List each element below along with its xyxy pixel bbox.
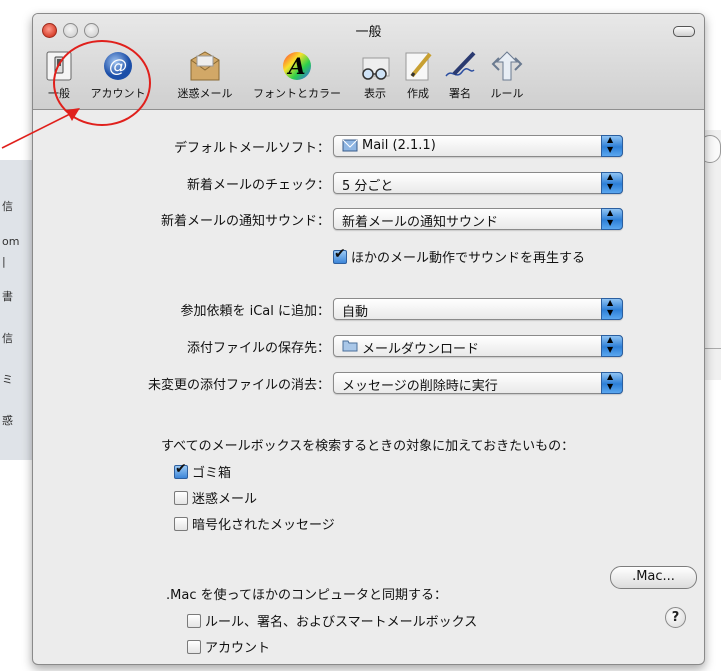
background-text: om <box>2 235 20 248</box>
remove-unedited-label: 未変更の添付ファイルの消去： <box>147 378 330 393</box>
composing-pencil-icon <box>400 50 436 82</box>
toolbar-item-junk-mail[interactable]: 迷惑メール <box>172 50 238 101</box>
remove-unedited-popup[interactable]: メッセージの削除時に実行 <box>333 372 623 394</box>
new-mail-sound-popup[interactable]: 新着メールの通知サウンド <box>333 208 623 230</box>
add-invitations-label: 参加依頼を iCal に追加： <box>180 304 330 319</box>
checkbox-label: ルール、署名、およびスマートメールボックス <box>205 615 478 630</box>
toolbar-item-signatures[interactable]: 署名 <box>440 50 480 101</box>
toolbar-label: フォントとカラー <box>253 87 341 100</box>
popup-arrows-icon <box>601 135 623 157</box>
toolbar-label: 表示 <box>364 87 386 100</box>
checkbox-unchecked-icon <box>187 639 201 654</box>
background-text: 信 <box>2 332 13 345</box>
check-mail-label: 新着メールのチェック： <box>186 178 330 193</box>
mail-app-icon <box>342 138 358 153</box>
popup-arrows-icon <box>601 172 623 194</box>
new-mail-sound-label: 新着メールの通知サウンド： <box>160 214 330 229</box>
checkbox-label: 迷惑メール <box>192 492 258 507</box>
sync-heading: .Mac を使ってほかのコンピュータと同期する： <box>166 588 447 603</box>
sync-rules-checkbox[interactable]: ルール、署名、およびスマートメールボックス <box>187 611 477 630</box>
background-text: 書 <box>2 290 13 303</box>
search-junk-checkbox[interactable]: 迷惑メール <box>174 488 257 507</box>
folder-icon <box>342 338 358 353</box>
annotation-arrow <box>1 108 80 149</box>
toolbar-item-rules[interactable]: ルール <box>483 50 531 101</box>
toolbar-label: 迷惑メール <box>177 87 233 100</box>
fonts-colors-icon: A <box>279 50 315 82</box>
popup-arrows-icon <box>601 372 623 394</box>
rules-arrows-icon <box>489 50 525 82</box>
background-text: 信 <box>2 200 13 213</box>
popup-arrows-icon <box>601 298 623 320</box>
viewing-glasses-icon <box>357 50 393 82</box>
checkbox-label: 暗号化されたメッセージ <box>192 518 335 533</box>
background-text: 惑 <box>2 414 13 427</box>
checkbox-unchecked-icon <box>187 613 201 628</box>
toolbar-item-composing[interactable]: 作成 <box>398 50 438 101</box>
help-button[interactable]: ? <box>665 607 686 628</box>
general-settings-pane: デフォルトメールソフト： Mail (2.1.1) 新着メールのチェック： 5 … <box>33 110 704 664</box>
toolbar-label: 作成 <box>407 87 429 100</box>
popup-value: Mail (2.1.1) <box>362 138 436 153</box>
search-trash-checkbox[interactable]: ゴミ箱 <box>174 461 232 481</box>
popup-value: メッセージの削除時に実行 <box>342 379 498 394</box>
junk-mail-icon <box>187 50 223 82</box>
mac-sync-button[interactable]: .Mac... <box>610 566 697 589</box>
signature-pen-icon <box>442 50 478 82</box>
play-sounds-checkbox[interactable]: ほかのメール動作でサウンドを再生する <box>333 246 586 266</box>
toolbar-item-viewing[interactable]: 表示 <box>355 50 395 101</box>
popup-value: 5 分ごと <box>342 179 394 194</box>
background-text: | <box>2 255 6 268</box>
downloads-folder-popup[interactable]: メールダウンロード <box>333 335 623 357</box>
toolbar-label: ルール <box>490 87 524 100</box>
svg-text:A: A <box>286 54 305 80</box>
downloads-folder-label: 添付ファイルの保存先： <box>186 341 330 356</box>
toolbar-item-fonts-colors[interactable]: A フォントとカラー <box>245 50 349 101</box>
window-title: 一般 <box>355 25 382 40</box>
checkbox-label: アカウント <box>205 641 271 656</box>
check-mail-popup[interactable]: 5 分ごと <box>333 172 623 194</box>
popup-arrows-icon <box>601 208 623 230</box>
search-encrypted-checkbox[interactable]: 暗号化されたメッセージ <box>174 514 335 533</box>
popup-value: メールダウンロード <box>362 342 480 357</box>
checkbox-label: ゴミ箱 <box>192 466 232 481</box>
checkbox-checked-icon <box>174 461 188 479</box>
toolbar-toggle-button[interactable] <box>673 26 695 37</box>
background-text: ミ <box>2 373 13 386</box>
checkbox-unchecked-icon <box>174 516 188 531</box>
popup-arrows-icon <box>601 335 623 357</box>
popup-value: 新着メールの通知サウンド <box>342 215 499 230</box>
checkbox-label: ほかのメール動作でサウンドを再生する <box>351 251 586 266</box>
checkbox-unchecked-icon <box>174 490 188 505</box>
checkbox-checked-icon <box>333 246 347 264</box>
search-heading: すべてのメールボックスを検索するときの対象に加えておきたいもの： <box>161 439 575 454</box>
default-mail-label: デフォルトメールソフト： <box>173 141 330 156</box>
toolbar-label: 署名 <box>449 87 471 100</box>
default-mail-popup[interactable]: Mail (2.1.1) <box>333 135 623 157</box>
popup-value: 自動 <box>342 305 369 320</box>
add-invitations-popup[interactable]: 自動 <box>333 298 623 320</box>
sync-accounts-checkbox[interactable]: アカウント <box>187 637 270 656</box>
